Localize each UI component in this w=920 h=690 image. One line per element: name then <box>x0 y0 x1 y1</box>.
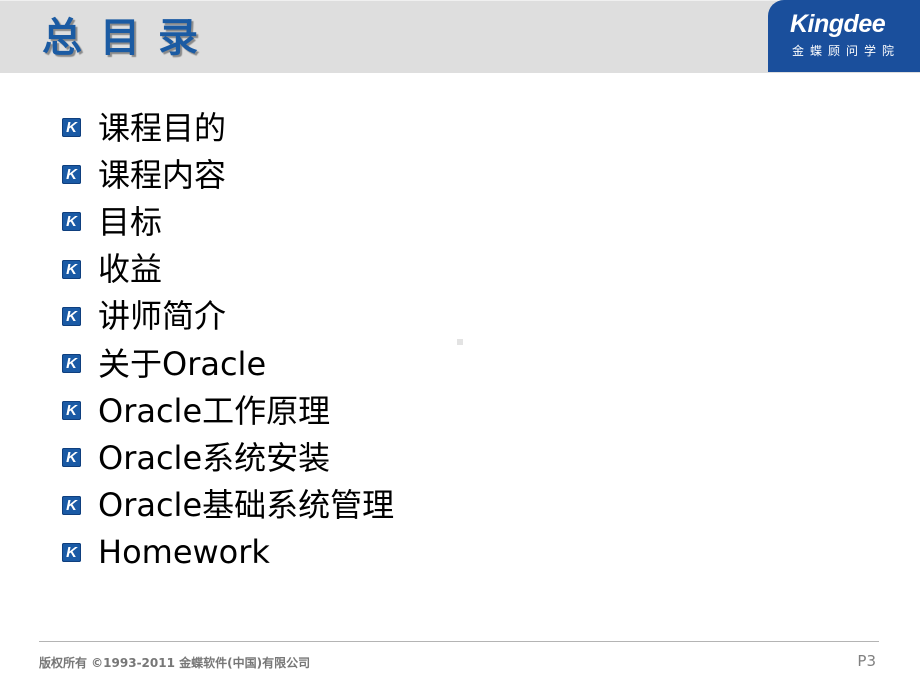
toc-item-label: 关于Oracle <box>98 344 267 383</box>
k-bullet-icon: K <box>62 165 81 185</box>
toc-item[interactable]: K 课程目的 <box>62 104 394 151</box>
k-bullet-icon: K <box>62 542 81 562</box>
toc-item[interactable]: K Oracle工作原理 <box>62 387 394 434</box>
k-bullet-icon: K <box>62 259 81 279</box>
toc-item[interactable]: K Homework <box>62 529 394 576</box>
logo-brand-text: Kingdee <box>790 10 886 38</box>
toc-item[interactable]: K Oracle系统安装 <box>62 434 394 481</box>
toc-item-label: Oracle工作原理 <box>98 391 331 430</box>
page-number: P3 <box>857 652 876 670</box>
toc-item[interactable]: K 收益 <box>62 246 394 293</box>
toc-item-label: 目标 <box>98 202 163 241</box>
kingdee-logo: Kingdee 金蝶顾问学院 <box>768 0 920 72</box>
toc-item-label: 讲师简介 <box>98 297 227 336</box>
toc-item-label: 收益 <box>98 250 163 289</box>
toc-item[interactable]: K 目标 <box>62 198 394 245</box>
toc-item[interactable]: K 课程内容 <box>62 151 394 198</box>
k-bullet-icon: K <box>62 306 81 326</box>
k-bullet-icon: K <box>62 401 81 421</box>
toc-item-label: Oracle系统安装 <box>98 438 331 477</box>
k-bullet-icon: K <box>62 354 81 374</box>
toc-item[interactable]: K 讲师简介 <box>62 293 394 340</box>
k-bullet-icon: K <box>62 118 81 138</box>
toc-item-label: Homework <box>98 533 270 572</box>
placeholder-dot <box>457 339 463 345</box>
toc-item[interactable]: K Oracle基础系统管理 <box>62 482 394 529</box>
k-bullet-icon: K <box>62 212 81 232</box>
k-bullet-icon: K <box>62 448 81 468</box>
toc-item[interactable]: K 关于Oracle <box>62 340 394 387</box>
toc-list: K 课程目的 K 课程内容 K 目标 K 收益 K 讲师简介 K 关于Oracl… <box>62 104 394 576</box>
toc-item-label: 课程目的 <box>98 108 227 147</box>
toc-item-label: Oracle基础系统管理 <box>98 486 395 525</box>
page-title: 总目录 <box>42 15 216 61</box>
copyright-text: 版权所有 ©1993-2011 金蝶软件(中国)有限公司 <box>39 656 311 670</box>
toc-item-label: 课程内容 <box>98 155 227 194</box>
k-bullet-icon: K <box>62 495 81 515</box>
footer-divider <box>39 641 879 642</box>
logo-subtitle: 金蝶顾问学院 <box>792 44 901 58</box>
